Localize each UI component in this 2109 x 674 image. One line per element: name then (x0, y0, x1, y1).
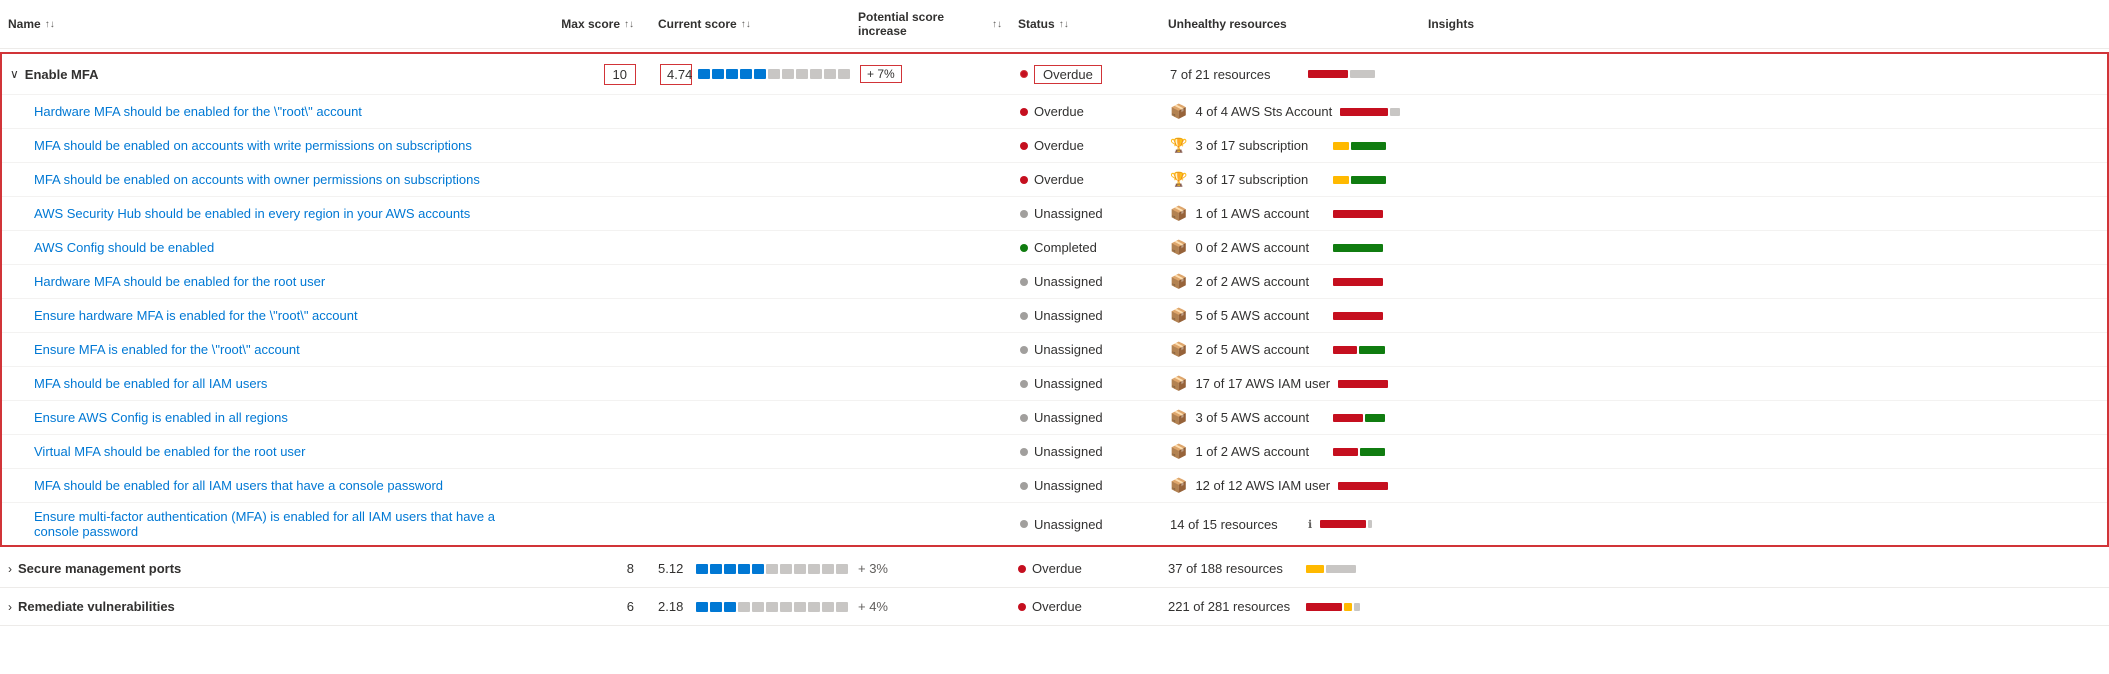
resource-icon: 📦 (1170, 307, 1187, 324)
status-dot (1020, 244, 1028, 252)
enable-mfa-chevron[interactable]: ∨ (10, 67, 19, 81)
status-dot (1020, 346, 1028, 354)
potential-sort-icon[interactable]: ↑↓ (992, 19, 1002, 30)
child-resources: 📦 4 of 4 AWS Sts Account (1162, 99, 1422, 124)
remediate-resources: 221 of 281 resources (1160, 595, 1420, 618)
secure-ports-currentscore: 5.12 (650, 557, 850, 580)
status-dot (1020, 176, 1028, 184)
secure-ports-maxscore: 8 (540, 557, 650, 580)
enable-mfa-scorebar (698, 69, 850, 79)
enable-mfa-currentscore: 4.74 (652, 60, 852, 89)
status-dot (1020, 448, 1028, 456)
col-current-score[interactable]: Current score ↑↓ (650, 13, 850, 35)
remediate-currentscore: 2.18 (650, 595, 850, 618)
status-sort-icon[interactable]: ↑↓ (1059, 19, 1069, 30)
resource-icon: 📦 (1170, 477, 1187, 494)
secure-ports-potential: + 3% (850, 557, 1010, 580)
child-link[interactable]: Hardware MFA should be enabled for the \… (34, 104, 362, 119)
status-dot (1020, 142, 1028, 150)
table-row: Hardware MFA should be enabled for the \… (2, 94, 2107, 128)
enable-mfa-potential: + 7% (852, 61, 1012, 87)
enable-mfa-status-dot (1020, 70, 1028, 78)
status-dot (1020, 380, 1028, 388)
table-row: Virtual MFA should be enabled for the ro… (2, 434, 2107, 468)
remediate-potential: + 4% (850, 595, 1010, 618)
child-link[interactable]: Ensure AWS Config is enabled in all regi… (34, 410, 288, 425)
enable-mfa-name-cell: ∨ Enable MFA (2, 61, 542, 88)
resource-icon: 📦 (1170, 273, 1187, 290)
remediate-chevron[interactable]: › (8, 600, 12, 614)
child-link[interactable]: MFA should be enabled for all IAM users … (34, 478, 443, 493)
resource-icon: 📦 (1170, 409, 1187, 426)
status-dot (1020, 108, 1028, 116)
resource-icon: 📦 (1170, 205, 1187, 222)
child-link[interactable]: Ensure MFA is enabled for the \"root\" a… (34, 342, 300, 357)
resource-icon: 📦 (1170, 443, 1187, 460)
resource-icon: 📦 (1170, 375, 1187, 392)
enable-mfa-maxscore: 10 (542, 60, 652, 89)
table-row: AWS Config should be enabled Completed 📦… (2, 230, 2107, 264)
resource-icon: 📦 (1170, 239, 1187, 256)
maxscore-sort-icon[interactable]: ↑↓ (624, 19, 634, 30)
child-status: Overdue (1012, 100, 1162, 123)
enable-mfa-section: ∨ Enable MFA 10 4.74 (0, 52, 2109, 547)
table-header: Name ↑↓ Max score ↑↓ Current score ↑↓ Po… (0, 0, 2109, 49)
resource-icon: 🏆 (1170, 171, 1187, 188)
child-link[interactable]: Hardware MFA should be enabled for the r… (34, 274, 325, 289)
child-link[interactable]: Virtual MFA should be enabled for the ro… (34, 444, 305, 459)
table-row: MFA should be enabled on accounts with w… (2, 128, 2107, 162)
remediate-maxscore: 6 (540, 595, 650, 618)
info-icon[interactable]: ℹ (1308, 518, 1312, 531)
table-row: MFA should be enabled on accounts with o… (2, 162, 2107, 196)
col-insights[interactable]: Insights (1420, 13, 1500, 35)
enable-mfa-header-row: ∨ Enable MFA 10 4.74 (2, 54, 2107, 94)
table-row: Ensure hardware MFA is enabled for the \… (2, 298, 2107, 332)
child-link[interactable]: AWS Config should be enabled (34, 240, 214, 255)
resource-icon: 📦 (1170, 341, 1187, 358)
child-link[interactable]: MFA should be enabled on accounts with o… (34, 172, 480, 187)
secure-ports-resources: 37 of 188 resources (1160, 557, 1420, 580)
status-dot (1020, 312, 1028, 320)
secure-ports-row: › Secure management ports 8 5.12 + 3% (0, 550, 2109, 588)
table-row: Ensure multi-factor authentication (MFA)… (2, 502, 2107, 545)
secure-ports-status: Overdue (1010, 557, 1160, 580)
col-unhealthy-resources[interactable]: Unhealthy resources (1160, 13, 1420, 35)
table-row: Ensure MFA is enabled for the \"root\" a… (2, 332, 2107, 366)
child-link[interactable]: MFA should be enabled on accounts with w… (34, 138, 472, 153)
enable-mfa-resources: 7 of 21 resources (1162, 63, 1422, 86)
table-row: MFA should be enabled for all IAM users … (2, 366, 2107, 400)
remediate-status: Overdue (1010, 595, 1160, 618)
child-link[interactable]: Ensure multi-factor authentication (MFA)… (34, 509, 534, 539)
secure-ports-chevron[interactable]: › (8, 562, 12, 576)
status-dot (1020, 520, 1028, 528)
child-link[interactable]: MFA should be enabled for all IAM users (34, 376, 267, 391)
status-dot (1020, 414, 1028, 422)
status-dot (1020, 210, 1028, 218)
table-row: Hardware MFA should be enabled for the r… (2, 264, 2107, 298)
status-dot (1020, 482, 1028, 490)
table-row: Ensure AWS Config is enabled in all regi… (2, 400, 2107, 434)
col-potential-increase[interactable]: Potential score increase ↑↓ (850, 6, 1010, 42)
enable-mfa-insights (1422, 70, 1502, 78)
table-row: AWS Security Hub should be enabled in ev… (2, 196, 2107, 230)
status-dot (1020, 278, 1028, 286)
col-name[interactable]: Name ↑↓ (0, 13, 540, 35)
security-table: Name ↑↓ Max score ↑↓ Current score ↑↓ Po… (0, 0, 2109, 674)
remediate-row: › Remediate vulnerabilities 6 2.18 + 4% (0, 588, 2109, 626)
status-dot (1018, 603, 1026, 611)
resource-icon: 📦 (1170, 103, 1187, 120)
name-sort-icon[interactable]: ↑↓ (45, 19, 55, 30)
enable-mfa-status: Overdue (1012, 61, 1162, 88)
child-link[interactable]: Ensure hardware MFA is enabled for the \… (34, 308, 358, 323)
status-dot (1018, 565, 1026, 573)
col-max-score[interactable]: Max score ↑↓ (540, 13, 650, 35)
enable-mfa-resourcebar (1308, 70, 1375, 78)
col-status[interactable]: Status ↑↓ (1010, 13, 1160, 35)
table-row: MFA should be enabled for all IAM users … (2, 468, 2107, 502)
currentscore-sort-icon[interactable]: ↑↓ (741, 19, 751, 30)
child-name-cell: Hardware MFA should be enabled for the \… (2, 98, 542, 125)
resource-icon: 🏆 (1170, 137, 1187, 154)
child-link[interactable]: AWS Security Hub should be enabled in ev… (34, 206, 470, 221)
